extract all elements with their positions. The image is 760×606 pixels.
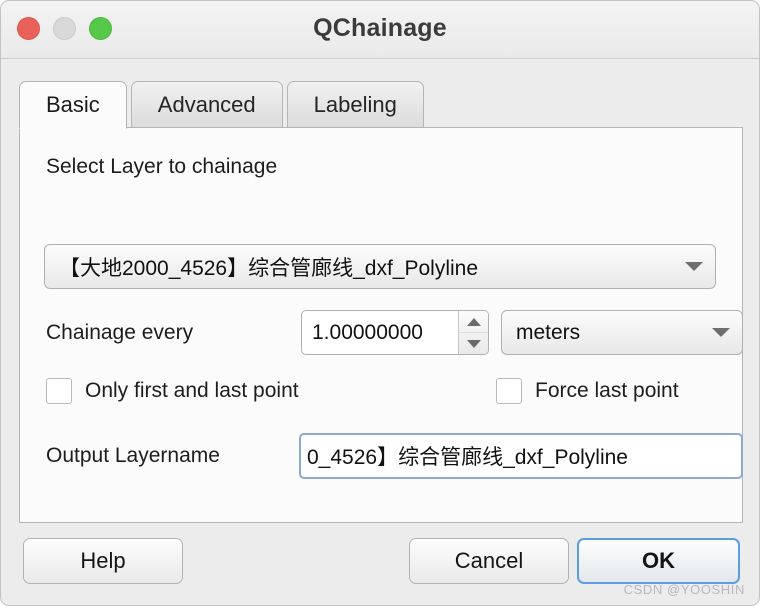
select-layer-label: Select Layer to chainage — [46, 155, 278, 178]
spin-up-button[interactable] — [459, 311, 488, 333]
tab-basic[interactable]: Basic — [19, 81, 127, 129]
units-combobox-box[interactable]: meters — [501, 310, 743, 355]
chevron-down-icon — [712, 328, 730, 337]
tab-labeling[interactable]: Labeling — [286, 81, 424, 128]
layer-select-combobox[interactable]: 【大地2000_4526】综合管廊线_dxf_Polyline — [44, 244, 716, 289]
tab-advanced-label: Advanced — [157, 91, 256, 117]
units-combobox[interactable]: meters — [501, 310, 743, 355]
units-value: meters — [516, 320, 581, 344]
ok-button-label: OK — [642, 548, 675, 573]
checkbox-force-last-point-label: Force last point — [535, 379, 679, 402]
checkbox-only-first-and-last-point[interactable]: Only first and last point — [46, 378, 299, 404]
checkbox-only-first-and-last-point-label: Only first and last point — [85, 379, 299, 402]
title-bar: QChainage — [1, 1, 759, 59]
output-layername-row: Output Layername 0_4526】综合管廊线_dxf_Polyli… — [46, 433, 743, 479]
checkbox-box[interactable] — [496, 378, 522, 404]
qchainage-dialog: QChainage Basic Advanced Labeling Select… — [0, 0, 760, 606]
help-button-label: Help — [80, 548, 126, 573]
checkbox-force-last-point[interactable]: Force last point — [496, 378, 679, 404]
tab-widget: Basic Advanced Labeling Select Layer to … — [19, 81, 743, 523]
triangle-down-icon — [466, 339, 481, 348]
tab-labeling-label: Labeling — [313, 91, 397, 117]
chevron-down-icon — [685, 262, 703, 271]
layer-select-combobox-box[interactable]: 【大地2000_4526】综合管廊线_dxf_Polyline — [44, 244, 716, 289]
chainage-spinbox-buttons — [458, 311, 488, 354]
options-row: Only first and last point Force last poi… — [46, 378, 718, 410]
window-title: QChainage — [313, 14, 447, 42]
spin-down-button[interactable] — [459, 333, 488, 354]
tab-bar: Basic Advanced Labeling — [19, 81, 743, 129]
chainage-every-label: Chainage every — [46, 320, 194, 344]
watermark: CSDN @YOOSHIN — [623, 582, 745, 597]
cancel-button-label: Cancel — [454, 548, 524, 573]
cancel-button[interactable]: Cancel — [409, 538, 569, 584]
output-layername-input[interactable]: 0_4526】综合管廊线_dxf_Polyline — [299, 433, 743, 479]
layer-select-value: 【大地2000_4526】综合管廊线_dxf_Polyline — [59, 256, 479, 280]
help-button[interactable]: Help — [23, 538, 183, 584]
chainage-row: Chainage every 1.00000000 meters — [46, 310, 743, 355]
tab-panel-basic: Select Layer to chainage 【大地2000_4526】综合… — [19, 127, 743, 523]
output-layername-label: Output Layername — [46, 444, 220, 467]
ok-button[interactable]: OK — [577, 538, 740, 584]
tab-advanced[interactable]: Advanced — [130, 81, 283, 128]
tab-basic-label: Basic — [46, 92, 100, 117]
triangle-up-icon — [466, 317, 481, 326]
checkbox-box[interactable] — [46, 378, 72, 404]
chainage-spinbox[interactable]: 1.00000000 — [301, 310, 489, 355]
chainage-spinbox-value[interactable]: 1.00000000 — [302, 311, 458, 354]
